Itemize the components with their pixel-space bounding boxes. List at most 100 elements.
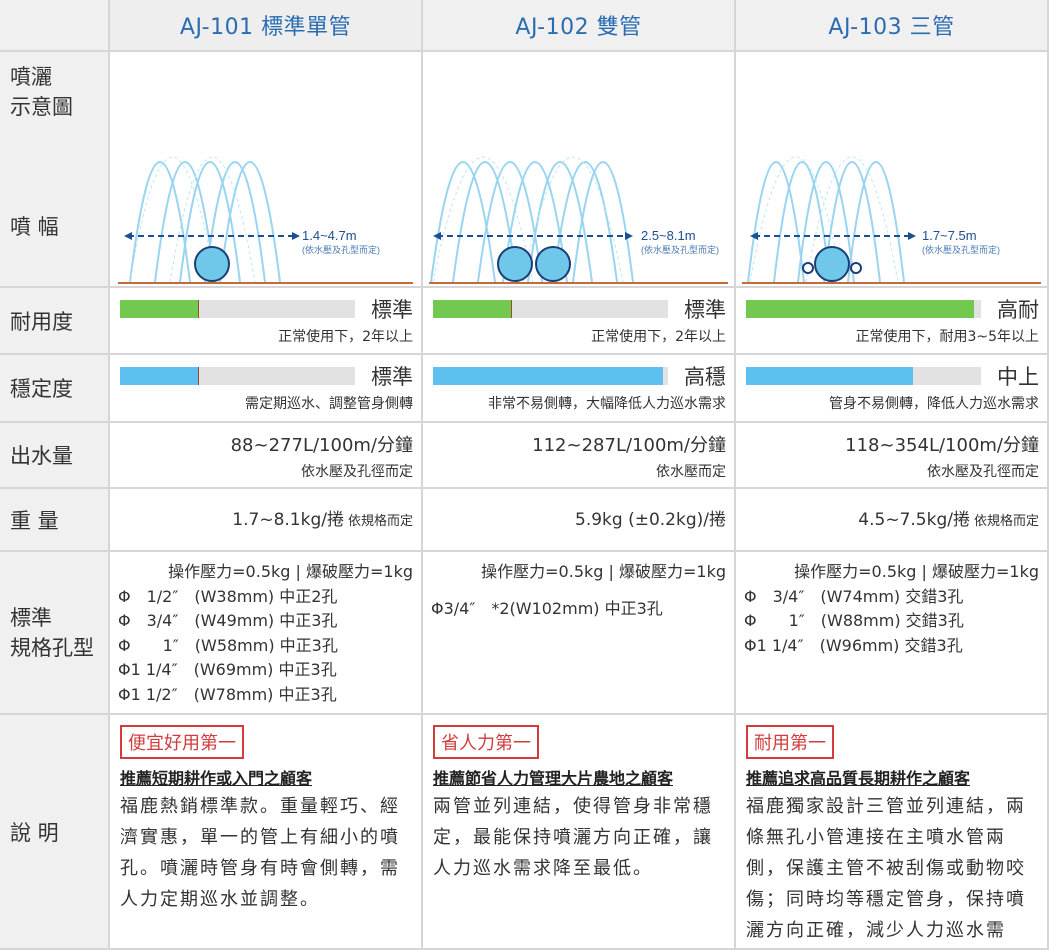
- spray-note-aj103: (依水壓及孔型而定): [922, 244, 1000, 255]
- spec-aj101: 操作壓力=0.5kg | 爆破壓力=1kg Φ 1/2″ (W38mm) 中正2…: [110, 552, 423, 715]
- spray-diagram-aj103: 1.7~7.5m (依水壓及孔型而定): [736, 52, 1049, 288]
- durability-note: 正常使用下，2年以上: [278, 329, 413, 345]
- row-label-desc: 說 明: [0, 715, 110, 950]
- stability-aj103: 中上 管身不易側轉，降低人力巡水需求: [736, 355, 1049, 423]
- durability-marker: [197, 300, 199, 318]
- desc-aj103: 耐用第一 推薦追求高品質長期耕作之顧客 福鹿獨家設計三管並列連結，兩條無孔小管連…: [736, 715, 1049, 950]
- spec-line: Φ 1/2″ (W38mm) 中正2孔: [118, 586, 338, 606]
- spray-range-aj101: 1.4~4.7m: [302, 228, 357, 243]
- durability-fill: [433, 300, 511, 318]
- row-label-flow: 出水量: [0, 423, 110, 489]
- row-label-stability: 穩定度: [0, 355, 110, 423]
- flow-aj101: 88~277L/100m/分鐘 依水壓及孔徑而定: [110, 423, 423, 489]
- stability-aj102: 高穩 非常不易側轉，大幅降低人力巡水需求: [423, 355, 736, 423]
- spec-label-line1: 標準: [10, 605, 52, 630]
- desc-badge: 耐用第一: [746, 725, 834, 759]
- stability-fill: [433, 367, 664, 385]
- spray-note-aj102: (依水壓及孔型而定): [641, 244, 719, 255]
- stability-marker: [197, 367, 199, 385]
- spray-label-line2: 示意圖: [10, 95, 73, 119]
- width-label: 噴 幅: [10, 215, 59, 239]
- durability-aj101: 標準 正常使用下，2年以上: [110, 288, 423, 355]
- durability-fill: [746, 300, 974, 318]
- row-label-durability: 耐用度: [0, 288, 110, 355]
- desc-body: 福鹿獨家設計三管並列連結，兩條無孔小管連接在主噴水管兩側，保護主管不被刮傷或動物…: [746, 796, 1026, 941]
- spec-line: Φ 3/4″ (W49mm) 中正3孔: [118, 611, 338, 630]
- spec-line: Φ 1″ (W58mm) 中正3孔: [118, 635, 338, 655]
- stability-note: 非常不易側轉，大幅降低人力巡水需求: [488, 396, 726, 412]
- flow-note: 依水壓及孔徑而定: [301, 464, 413, 480]
- desc-title: 推薦追求高品質長期耕作之顧客: [746, 769, 971, 788]
- pressure-spec: 操作壓力=0.5kg | 爆破壓力=1kg: [481, 562, 726, 581]
- row-label-weight: 重 量: [0, 489, 110, 552]
- column-header-aj101: AJ-101 標準單管: [110, 0, 423, 52]
- durability-note: 正常使用下，2年以上: [591, 329, 726, 345]
- spec-aj103: 操作壓力=0.5kg | 爆破壓力=1kg Φ 3/4″ (W74mm) 交錯3…: [736, 552, 1049, 715]
- flow-value: 112~287L/100m/分鐘: [532, 435, 726, 456]
- stability-note: 管身不易側轉，降低人力巡水需求: [829, 396, 1039, 412]
- spec-line: Φ3/4″ *2(W102mm) 中正3孔: [431, 598, 663, 618]
- corner-cell: [0, 0, 110, 52]
- product-comparison-table: AJ-101 標準單管 AJ-102 雙管 AJ-103 三管 噴灑 示意圖 噴…: [0, 0, 1049, 950]
- spray-note-aj101: (依水壓及孔型而定): [302, 244, 380, 255]
- pressure-spec: 操作壓力=0.5kg | 爆破壓力=1kg: [168, 562, 413, 581]
- spec-label-line2: 規格孔型: [10, 635, 94, 660]
- weight-value: 4.5~7.5kg/捲: [858, 510, 970, 530]
- durability-bar: [120, 300, 355, 318]
- desc-title: 推薦短期耕作或入門之顧客: [120, 769, 313, 788]
- spec-line: Φ 1″ (W88mm) 交錯3孔: [744, 611, 964, 630]
- desc-title: 推薦節省人力管理大片農地之顧客: [433, 769, 674, 788]
- stability-bar: [746, 367, 981, 385]
- row-label-spray: 噴灑 示意圖 噴 幅: [0, 52, 110, 288]
- spec-line: Φ1 1/2″ (W78mm) 中正3孔: [118, 684, 337, 704]
- flow-aj103: 118~354L/100m/分鐘 依水壓及孔徑而定: [736, 423, 1049, 489]
- stability-bar: [120, 367, 355, 385]
- stability-fill: [120, 367, 198, 385]
- stability-fill: [746, 367, 913, 385]
- durability-bar: [433, 300, 668, 318]
- weight-value: 5.9kg (±0.2kg)/捲: [575, 510, 726, 530]
- pressure-spec: 操作壓力=0.5kg | 爆破壓力=1kg: [794, 562, 1039, 581]
- column-header-aj102: AJ-102 雙管: [423, 0, 736, 52]
- durability-fill: [120, 300, 198, 318]
- spec-aj102: 操作壓力=0.5kg | 爆破壓力=1kg Φ3/4″ *2(W102mm) 中…: [423, 552, 736, 715]
- spray-diagram-aj101: 1.4~4.7m (依水壓及孔型而定): [110, 52, 423, 288]
- flow-value: 118~354L/100m/分鐘: [845, 435, 1039, 456]
- spray-range-aj103: 1.7~7.5m: [922, 228, 977, 243]
- durability-marker: [510, 300, 512, 318]
- stability-note: 需定期巡水、調整管身側轉: [245, 396, 413, 412]
- spec-line: Φ1 1/4″ (W69mm) 中正3孔: [118, 660, 337, 679]
- spray-label-line1: 噴灑: [10, 65, 52, 89]
- desc-aj102: 省人力第一 推薦節省人力管理大片農地之顧客 兩管並列連結，使得管身非常穩定，最能…: [423, 715, 736, 950]
- row-label-spec: 標準 規格孔型: [0, 552, 110, 715]
- durability-aj103: 高耐 正常使用下，耐用3~5年以上: [736, 288, 1049, 355]
- weight-aj101: 1.7~8.1kg/捲 依規格而定: [110, 489, 423, 552]
- spec-line: Φ 3/4″ (W74mm) 交錯3孔: [744, 586, 964, 606]
- spray-range-aj102: 2.5~8.1m: [641, 228, 696, 243]
- weight-note: 依規格而定: [973, 514, 1039, 529]
- stability-aj101: 標準 需定期巡水、調整管身側轉: [110, 355, 423, 423]
- durability-word: 標準: [684, 298, 726, 322]
- desc-body: 兩管並列連結，使得管身非常穩定，最能保持噴灑方向正確，讓人力巡水需求降至最低。: [433, 796, 713, 879]
- stability-bar: [433, 367, 668, 385]
- column-header-aj103: AJ-103 三管: [736, 0, 1049, 52]
- weight-note: 依規格而定: [347, 514, 413, 529]
- weight-aj102: 5.9kg (±0.2kg)/捲: [423, 489, 736, 552]
- durability-word: 高耐: [997, 298, 1039, 322]
- stability-word: 中上: [997, 365, 1039, 389]
- weight-aj103: 4.5~7.5kg/捲 依規格而定: [736, 489, 1049, 552]
- flow-aj102: 112~287L/100m/分鐘 依水壓而定: [423, 423, 736, 489]
- desc-body: 福鹿熱銷標準款。重量輕巧、經濟實惠，單一的管上有細小的噴孔。噴灑時管身有時會側轉…: [120, 796, 400, 910]
- stability-word: 高穩: [684, 365, 726, 389]
- stability-word: 標準: [371, 365, 413, 389]
- flow-value: 88~277L/100m/分鐘: [230, 435, 413, 456]
- weight-value: 1.7~8.1kg/捲: [232, 510, 344, 530]
- flow-note: 依水壓而定: [656, 464, 726, 480]
- spray-diagram-aj102: 2.5~8.1m (依水壓及孔型而定): [423, 52, 736, 288]
- spec-line: Φ1 1/4″ (W96mm) 交錯3孔: [744, 635, 963, 655]
- durability-note: 正常使用下，耐用3~5年以上: [855, 329, 1039, 345]
- durability-bar: [746, 300, 981, 318]
- desc-badge: 省人力第一: [433, 725, 539, 759]
- durability-aj102: 標準 正常使用下，2年以上: [423, 288, 736, 355]
- durability-word: 標準: [371, 298, 413, 322]
